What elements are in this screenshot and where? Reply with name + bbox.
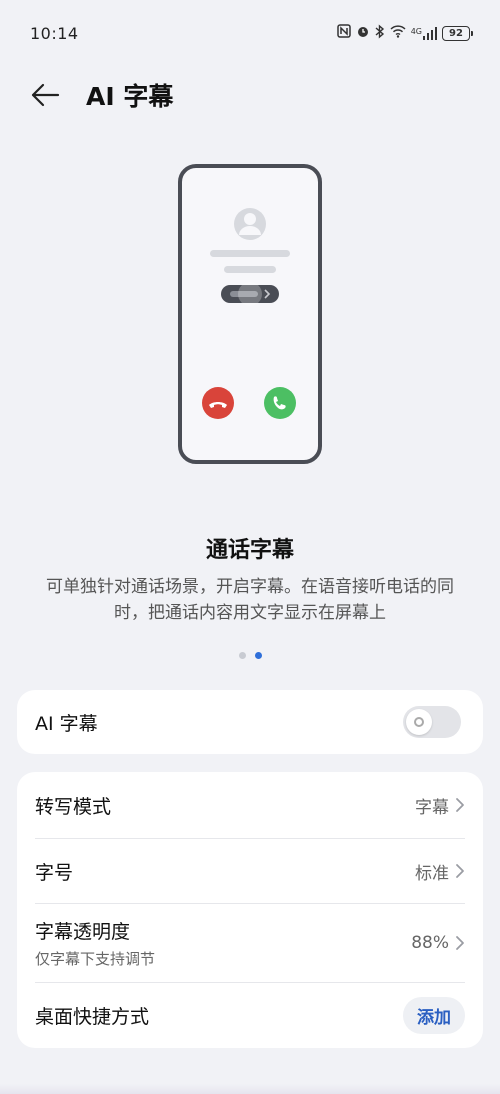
page-title: AI 字幕 — [86, 82, 174, 111]
transcribe-mode-row[interactable]: 转写模式 字幕 — [17, 772, 483, 838]
caption-opacity-label: 字幕透明度 — [35, 921, 131, 943]
page-indicator — [0, 652, 500, 659]
bottom-gesture-area — [0, 1084, 500, 1094]
add-shortcut-button[interactable]: 添加 — [403, 997, 465, 1034]
battery-icon: 92 — [442, 25, 473, 41]
font-size-value: 标准 — [415, 863, 449, 884]
app-header: AI 字幕 — [0, 66, 500, 124]
desktop-shortcut-row: 桌面快捷方式 添加 — [17, 983, 483, 1048]
chevron-right-icon — [456, 864, 464, 878]
caption-opacity-value: 88% — [411, 933, 449, 953]
settings-card: 转写模式 字幕 字号 标准 字幕透明度 仅字幕下支持调节 88% 桌面快捷方式 … — [17, 772, 483, 1048]
ai-caption-label: AI 字幕 — [35, 712, 98, 735]
alarm-icon — [356, 24, 370, 42]
phone-call-illustration — [178, 164, 322, 464]
status-icons: 4G 92 — [336, 23, 473, 43]
chevron-right-icon — [456, 798, 464, 812]
network-type-label: 4G — [410, 26, 422, 36]
nfc-icon — [336, 24, 351, 42]
back-button[interactable] — [30, 75, 70, 115]
bluetooth-icon — [375, 23, 385, 43]
transcribe-mode-label: 转写模式 — [35, 795, 112, 818]
font-size-row[interactable]: 字号 标准 — [17, 839, 483, 903]
page-dot-active[interactable] — [254, 652, 262, 659]
transcribe-mode-value: 字幕 — [415, 797, 449, 818]
cellular-signal-icon: 4G — [410, 26, 437, 40]
caption-opacity-row[interactable]: 字幕透明度 仅字幕下支持调节 88% — [17, 904, 483, 982]
status-time: 10:14 — [30, 23, 79, 43]
font-size-label: 字号 — [35, 861, 74, 884]
chevron-right-icon — [456, 936, 464, 950]
caption-opacity-subtitle: 仅字幕下支持调节 — [35, 950, 156, 968]
feature-title: 通话字幕 — [205, 538, 294, 563]
switch-knob — [406, 709, 432, 735]
back-arrow-icon — [31, 83, 60, 107]
page-dot[interactable] — [238, 652, 246, 659]
ai-caption-switch[interactable] — [403, 706, 461, 738]
wifi-icon — [390, 24, 406, 42]
ai-caption-toggle-card: AI 字幕 — [17, 690, 483, 754]
status-bar: 10:14 4G 92 — [0, 0, 500, 66]
feature-description: 可单独针对通话场景，开启字幕。在语音接听电话的同时，把通话内容用文字显示在屏幕上 — [46, 577, 454, 623]
desktop-shortcut-label: 桌面快捷方式 — [35, 1006, 150, 1028]
